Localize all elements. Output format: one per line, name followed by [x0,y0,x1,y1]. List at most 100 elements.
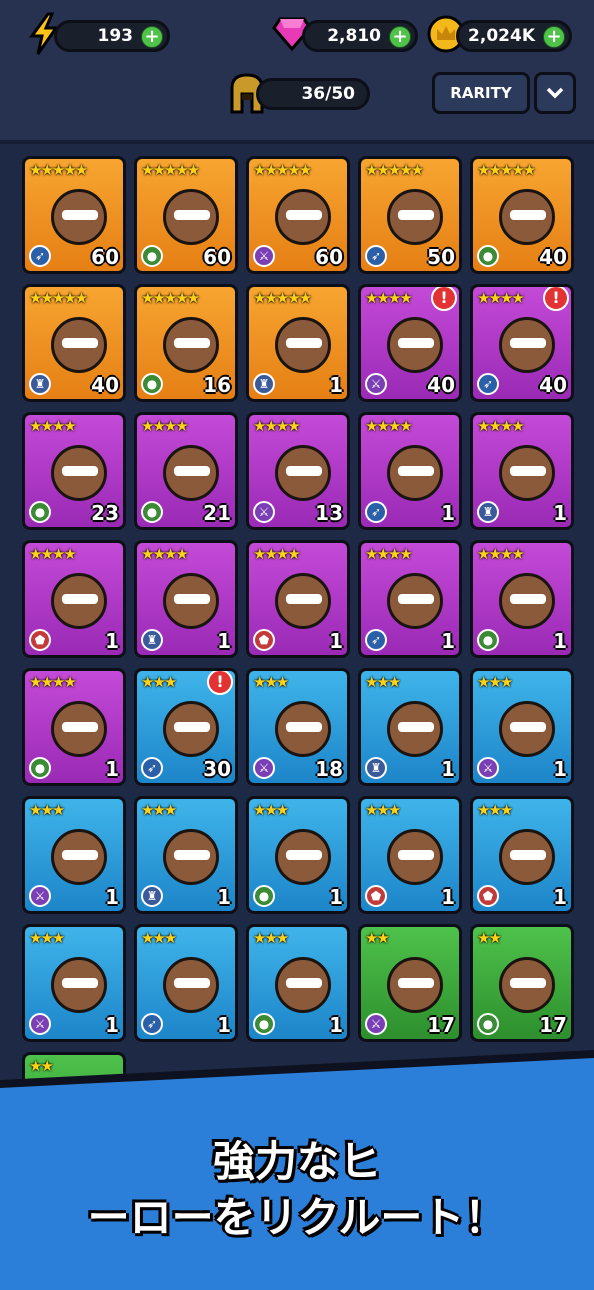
hero-card[interactable]: ★★★★ ➶ 1 [358,540,462,658]
shield-class-icon: ⬟ [29,629,51,651]
gem-counter: 2,810 + [302,20,418,52]
bomb-class-icon: ● [141,501,163,523]
hero-card[interactable]: ★★ ● 17 [470,924,574,1042]
hero-stars: ★★★ [477,673,513,691]
bomb-class-icon: ● [29,757,51,779]
hero-level: 60 [203,245,231,269]
hero-card[interactable]: ★★★ ⚔ 1 [470,668,574,786]
tower-class-icon: ♜ [29,373,51,395]
hero-card[interactable]: ★★★★★ ● 16 [134,284,238,402]
hero-level: 17 [427,1013,455,1037]
sort-dropdown-button[interactable] [534,72,576,114]
hero-card[interactable]: ★★★ ➶ 1 [134,924,238,1042]
hero-stars: ★★★★ [141,545,189,563]
hero-card[interactable]: ★★★ ⬟ 1 [470,796,574,914]
hero-level: 1 [441,885,455,909]
bomb-class-icon: ● [141,245,163,267]
hero-stars: ★★★★★ [141,289,200,307]
hero-card[interactable]: ★★★★ ➶ 40! [470,284,574,402]
hero-stars: ★★★★ [365,545,413,563]
hero-level: 17 [539,1013,567,1037]
hero-card[interactable]: ★★★ ⚔ 1 [22,796,126,914]
hero-level: 1 [217,1013,231,1037]
hero-portrait [387,701,443,757]
hero-stars: ★★★ [29,801,65,819]
hero-card[interactable]: ★★★ ⚔ 18 [246,668,350,786]
bomb-class-icon: ● [141,373,163,395]
bomb-class-icon: ● [477,629,499,651]
hero-card[interactable]: ★★★★ ⬟ 1 [246,540,350,658]
hero-stars: ★★★ [141,673,177,691]
add-gems-button[interactable]: + [389,26,411,48]
hero-card[interactable]: ★★★★ ➶ 1 [358,412,462,530]
hero-portrait [275,317,331,373]
alert-icon: ! [207,671,233,695]
hero-card[interactable]: ★★★★ ⬟ 1 [22,540,126,658]
add-energy-button[interactable]: + [141,26,163,48]
hero-stars: ★★★★ [365,417,413,435]
hero-level: 1 [329,1013,343,1037]
hero-stars: ★★★★★ [29,289,88,307]
hero-card[interactable]: ★★★★★ ♜ 40 [22,284,126,402]
hero-card[interactable]: ★★★ ♜ 1 [358,668,462,786]
hero-card[interactable]: ★★★★★ ➶ 60 [22,156,126,274]
hero-portrait [163,701,219,757]
sort-rarity-button[interactable]: RARITY [432,72,530,114]
hero-level: 1 [553,501,567,525]
hero-portrait [275,445,331,501]
hero-level: 1 [553,757,567,781]
bow-class-icon: ➶ [29,245,51,267]
hero-stars: ★★★ [253,929,289,947]
bomb-class-icon: ● [477,1013,499,1035]
hero-card[interactable]: ★★★★★ ● 60 [134,156,238,274]
hero-stars: ★★★ [365,673,401,691]
hero-portrait [51,189,107,245]
hero-card[interactable]: ★★★★ ● 1 [470,540,574,658]
hero-stars: ★★★★ [477,545,525,563]
hero-portrait [275,189,331,245]
hero-card[interactable]: ★★ ⚔ 17 [358,924,462,1042]
hero-level: 1 [329,373,343,397]
hero-level: 1 [441,629,455,653]
energy-counter: 193 + [54,20,170,52]
hero-card[interactable]: ★★★★ ⚔ 13 [246,412,350,530]
bow-class-icon: ➶ [365,501,387,523]
hero-card[interactable]: ★★★★ ● 21 [134,412,238,530]
hero-stars: ★★★★ [477,417,525,435]
hero-card[interactable]: ★★★ ♜ 1 [134,796,238,914]
tower-class-icon: ♜ [253,373,275,395]
hero-card[interactable]: ★★★★ ♜ 1 [134,540,238,658]
banner-line-1: 強力なヒ [212,1137,381,1186]
hero-portrait [275,829,331,885]
hero-stars: ★★★ [365,801,401,819]
hero-card[interactable]: ★★★★ ⚔ 40! [358,284,462,402]
hero-card[interactable]: ★★★ ➶ 30! [134,668,238,786]
hero-level: 21 [203,501,231,525]
hero-portrait [499,829,555,885]
hero-stars: ★★★ [29,929,65,947]
hero-card[interactable]: ★★★★★ ➶ 50 [358,156,462,274]
hero-card[interactable]: ★★★ ● 1 [246,924,350,1042]
hero-card[interactable]: ★★★★★ ♜ 1 [246,284,350,402]
hero-stars: ★★★★ [477,289,525,307]
hero-level: 1 [105,757,119,781]
hero-card[interactable]: ★★★★ ● 1 [22,668,126,786]
hero-card[interactable]: ★★★★ ♜ 1 [470,412,574,530]
hero-stars: ★★★★ [141,417,189,435]
add-gold-button[interactable]: + [543,26,565,48]
hero-card[interactable]: ★★★★★ ● 40 [470,156,574,274]
hero-stars: ★★★ [141,801,177,819]
hero-card[interactable]: ★★★ ⚔ 1 [22,924,126,1042]
hero-level: 40 [91,373,119,397]
hero-stars: ★★ [29,1057,54,1075]
bow-class-icon: ➶ [141,1013,163,1035]
hero-card[interactable]: ★★★★ ● 23 [22,412,126,530]
hero-card[interactable]: ★★★★★ ⚔ 60 [246,156,350,274]
hero-stars: ★★★ [253,673,289,691]
roster-counter: 36/50 [256,78,370,110]
hero-level: 1 [441,501,455,525]
hero-card[interactable]: ★★★ ⬟ 1 [358,796,462,914]
hero-card[interactable]: ★★★ ● 1 [246,796,350,914]
hero-stars: ★★★★★ [365,161,424,179]
hero-level: 1 [105,629,119,653]
